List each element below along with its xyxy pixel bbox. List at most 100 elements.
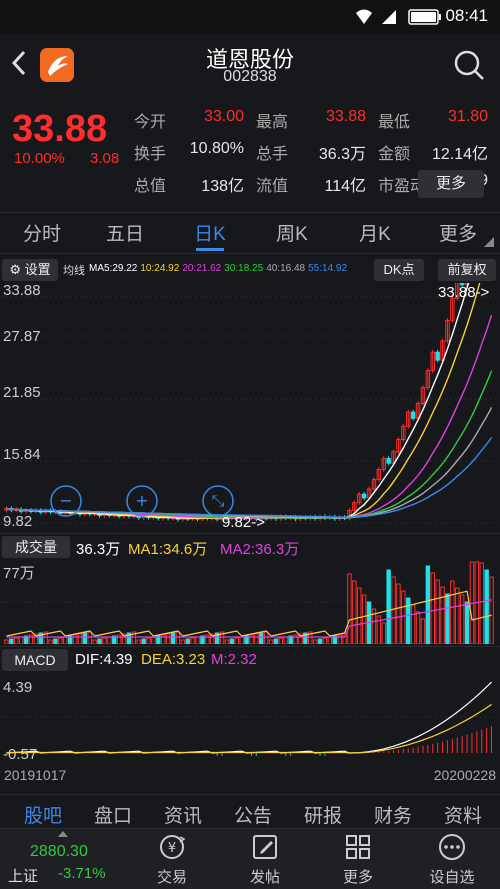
low-price-tag: 9.82-> [222,514,265,531]
adjust-mode-button[interactable]: 前复权 [438,259,496,281]
period-tabs: 分时 五日 日K 周K 月K 更多 [0,212,500,254]
volume-bar [455,587,460,644]
macd-m: M:2.32 [211,651,257,668]
volume-bar [283,636,288,644]
volume-bar [254,633,259,644]
volume-bar [425,565,431,644]
content-tab[interactable]: 盘口 [78,801,148,828]
stat-value: 33.88 [325,108,366,125]
volume-bar [396,583,401,644]
period-tab[interactable]: 日K [170,219,250,246]
volume-bar [48,639,53,644]
volume-bar [489,576,494,644]
volume-bar [317,638,323,644]
volume-ma2-line [6,599,492,638]
zoom-in-icon: + [135,491,148,510]
volume-bar [229,638,235,644]
stat-label: 总值 [134,178,167,195]
volume-bar [102,637,107,644]
volume-bar [357,587,362,644]
ma-value: 30:18.25 [224,263,264,274]
index-ticker[interactable]: 2880.30 上证 -3.71% [0,829,125,889]
search-button[interactable] [452,48,486,87]
content-tab[interactable]: 资料 [428,801,498,828]
nav-item[interactable]: ¥ 交易 [122,829,222,889]
stat-label: 总手 [256,146,289,163]
macd-top-label: 4.39 [3,679,32,696]
period-tab[interactable]: 五日 [85,219,165,246]
period-tab[interactable]: 月K [335,219,415,246]
ma-line [6,283,470,520]
stat-label: 金额 [378,146,411,163]
ma-value: 20:21.62 [182,263,222,274]
zoom-in-button[interactable]: + [126,485,158,517]
content-tab[interactable]: 资讯 [148,801,218,828]
volume-bar [415,611,421,644]
index-percent: -3.71% [58,865,106,882]
volume-bar [161,634,166,644]
volume-bar [312,639,318,644]
volume-bar [391,576,396,644]
status-bar: 08:41 [0,0,500,34]
more-stats-button[interactable]: 更多 [418,170,484,198]
index-name: 上证 [8,868,39,885]
nav-item[interactable]: 设自选 [402,829,500,889]
dropdown-caret-icon [484,237,494,247]
macd-indicator-button[interactable]: MACD [2,649,68,671]
nav-label: 发帖 [249,869,280,886]
change-amount: 3.08 [90,150,120,167]
dk-point-button[interactable]: DK点 [374,259,424,281]
expand-icon: ⤡ [212,491,225,510]
index-value: 2880.30 [30,843,88,860]
quote-panel: 33.88 10.00% 3.08 今开 33.00 最高 33.88 最低 31.80 换… [0,98,500,208]
search-icon [454,50,484,80]
period-tab[interactable]: 周K [252,219,332,246]
stat-value: 114亿 [324,178,366,195]
nav-label: 更多 [342,869,373,886]
stat-value: 12.14亿 [431,146,488,163]
stat-value: 10.80% [189,140,244,157]
volume-bar [322,637,328,644]
volume-bar [450,580,455,644]
volume-indicator-button[interactable]: 成交量 [2,536,70,558]
stat-value: 33.00 [203,108,244,125]
stat-value: 138亿 [201,178,244,195]
volume-bar [87,631,92,644]
nav-item[interactable]: 发帖 [215,829,315,889]
stat-label: 最低 [378,114,411,131]
volume-bar [440,586,445,644]
ma-value: 40:16.48 [266,263,306,274]
start-date: 20191017 [4,767,67,783]
volume-bar [116,634,122,644]
volume-bar [18,636,24,644]
volume-bar [239,636,244,644]
volume-bar [9,638,14,644]
stat-label: 今开 [134,114,167,131]
nav-item[interactable]: 更多 [308,829,408,889]
volume-bar [92,639,97,644]
current-price: 33.88 [12,108,108,150]
volume-bar [175,631,181,644]
volume-chart[interactable]: 77万 [0,560,500,644]
y-axis-label: 21.85 [3,384,41,401]
kline-chart[interactable]: 33.88 27.87 21.85 15.84 9.82 − + ⤡ 33.88-> 9.82-> [0,283,500,531]
volume-bar [14,637,19,644]
content-tab[interactable]: 股吧 [8,801,78,828]
macd-dif: DIF:4.39 [75,651,133,668]
content-tab[interactable]: 财务 [358,801,428,828]
volume-ma2: MA2:36.3万 [220,541,300,558]
period-tab[interactable]: 分时 [2,219,82,246]
content-tab[interactable]: 公告 [218,801,288,828]
content-tab[interactable]: 研报 [288,801,358,828]
volume-bar [278,637,284,644]
volume-bar [381,622,386,644]
fullscreen-button[interactable]: ⤡ [202,485,234,517]
volume-bar [195,636,200,644]
settings-button[interactable]: ⚙ 设置 [2,259,58,281]
volume-bar [401,590,406,644]
y-axis-label: 15.84 [3,446,41,463]
caret-up-icon [58,831,68,837]
wifi-icon [356,9,372,24]
gear-icon: ⚙ [9,262,21,277]
macd-chart[interactable]: 4.39 -0.57 [0,673,500,765]
